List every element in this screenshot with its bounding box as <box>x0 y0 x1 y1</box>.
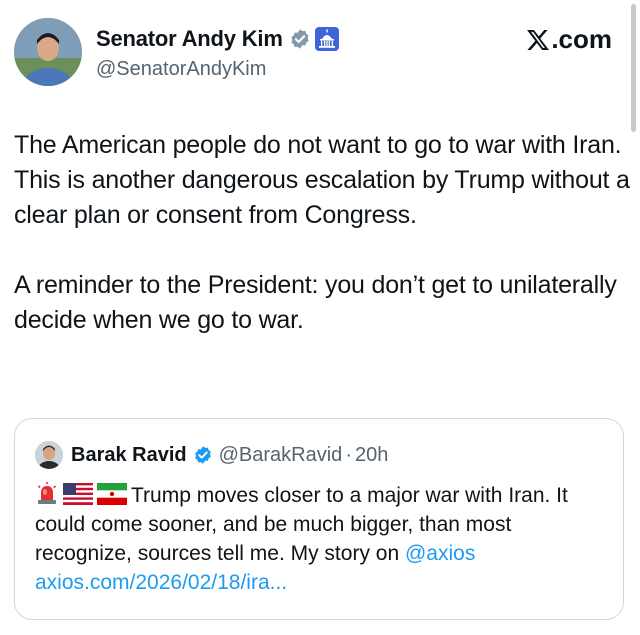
scrollbar[interactable] <box>631 4 636 132</box>
quoted-author-avatar[interactable] <box>35 441 63 469</box>
separator-dot: · <box>345 443 352 466</box>
brand-domain: .com <box>551 24 612 54</box>
tweet-text: The American people do not want to go to… <box>14 128 630 338</box>
verified-badge-icon <box>291 29 309 49</box>
axios-mention-link[interactable]: @axios <box>405 542 475 565</box>
verified-badge-icon <box>194 446 211 464</box>
tweet-paragraph-1: The American people do not want to go to… <box>14 131 630 229</box>
quoted-timestamp[interactable]: 20h <box>355 444 388 467</box>
quoted-tweet-card[interactable]: Barak Ravid @BarakRavid · 20h Trump move… <box>14 418 624 620</box>
quoted-tweet-header: Barak Ravid @BarakRavid · 20h <box>35 441 388 469</box>
author-name-row: Senator Andy Kim <box>96 26 339 52</box>
x-logo-icon <box>527 29 550 50</box>
x-com-logo: .com <box>526 24 612 55</box>
capitol-building-icon <box>314 27 339 51</box>
us-flag-icon <box>63 483 93 505</box>
quoted-author-name[interactable]: Barak Ravid <box>71 444 187 467</box>
iran-flag-icon <box>97 483 127 505</box>
author-avatar[interactable] <box>14 18 82 86</box>
quoted-author-handle[interactable]: @BarakRavid <box>219 444 343 467</box>
rotating-light-icon <box>37 482 57 504</box>
author-display-name[interactable]: Senator Andy Kim <box>96 26 283 52</box>
tweet-paragraph-2: A reminder to the President: you don’t g… <box>14 271 617 334</box>
article-link[interactable]: axios.com/2026/02/18/ira... <box>35 571 287 594</box>
quoted-tweet-body: Trump moves closer to a major war with I… <box>35 481 607 597</box>
author-handle[interactable]: @SenatorAndyKim <box>96 58 266 81</box>
